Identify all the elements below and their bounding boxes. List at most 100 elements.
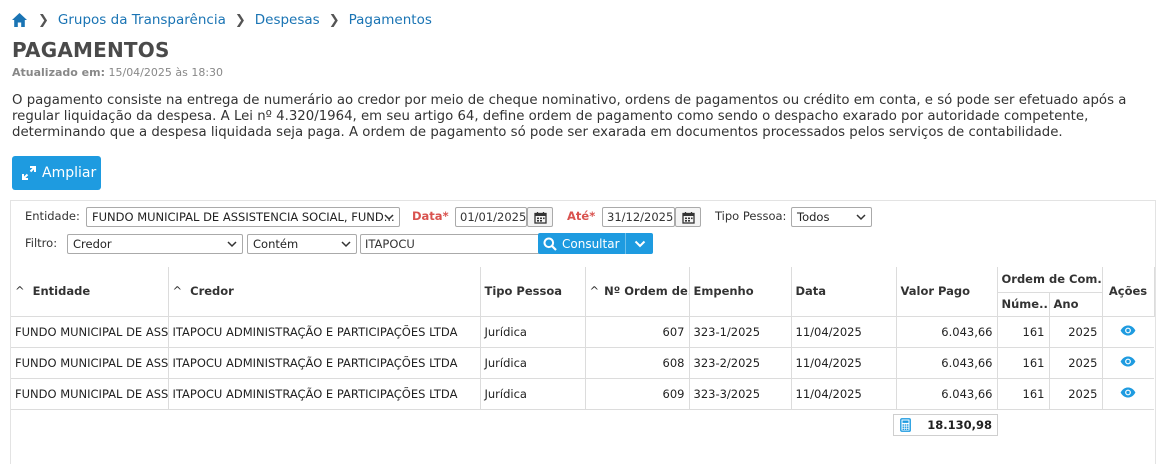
entidade-label: Entidade: [25,209,80,223]
cell-numero: 161 [996,347,1049,379]
eye-icon[interactable] [1120,356,1136,370]
breadcrumb: ❯ Grupos da Transparência ❯ Despesas ❯ P… [11,10,432,30]
cell-valor-pago: 6.043,66 [895,316,997,348]
chevron-right-icon: ❯ [38,12,49,28]
consultar-main[interactable]: Consultar [538,233,625,254]
eye-icon[interactable] [1120,387,1136,401]
cell-data: 11/04/2025 [790,378,896,410]
cell-acoes [1101,378,1154,410]
filtro-field-value: Credor [73,237,112,251]
cell-tipo-pessoa: Jurídica [479,316,585,348]
cell-credor: ITAPOCU ADMINISTRAÇÃO E PARTICIPAÇÕES LT… [167,347,480,379]
header-empenho[interactable]: Empenho [688,267,792,317]
cell-ordem: 607 [584,316,689,348]
header-tipo-pessoa[interactable]: Tipo Pessoa [479,267,586,317]
sort-icon: ^ [589,284,600,299]
header-acoes: Ações [1101,267,1155,317]
chevron-down-icon [634,240,645,247]
entidade-select[interactable]: FUNDO MUNICIPAL DE ASSISTENCIA SOCIAL, F… [86,207,400,227]
consultar-dropdown[interactable] [625,233,653,254]
cell-valor-pago: 6.043,66 [895,347,997,379]
data-label: Data* [412,209,449,223]
header-ordem-compra[interactable]: Ordem de Com... [996,267,1103,293]
header-ordem[interactable]: ^ Nº Ordem de... [584,267,690,317]
updated-label: Atualizado em: [12,66,105,79]
consultar-label: Consultar [562,236,620,251]
entidade-select-value: FUNDO MUNICIPAL DE ASSISTENCIA SOCIAL, F… [92,210,395,224]
ate-label: Até* [567,209,596,223]
cell-empenho: 323-2/2025 [688,347,791,379]
chevron-down-icon [856,214,866,221]
cell-ordem: 608 [584,347,689,379]
consultar-button[interactable]: Consultar [538,233,653,254]
chevron-down-icon [384,214,394,221]
search-icon [543,237,557,251]
filtro-operator-value: Contém [253,237,299,251]
expand-label: Ampliar [42,165,97,181]
header-ordem-label: Nº Ordem de... [604,284,688,299]
calendar-icon[interactable] [675,207,701,227]
table-row[interactable]: FUNDO MUNICIPAL DE ASSISTENCIA SOCIALITA… [11,378,1154,410]
cell-acoes [1101,347,1154,379]
cell-data: 11/04/2025 [790,316,896,348]
chevron-right-icon: ❯ [328,12,340,28]
filtro-operator-select[interactable]: Contém [247,234,357,254]
table-row[interactable]: FUNDO MUNICIPAL DE ASSISTENCIA SOCIALITA… [11,347,1154,379]
cell-entidade: FUNDO MUNICIPAL DE ASSISTENCIA SOCIAL [11,378,168,410]
cell-empenho: 323-3/2025 [688,378,791,410]
header-data[interactable]: Data [790,267,897,317]
cell-numero: 161 [996,316,1049,348]
cell-empenho: 323-1/2025 [688,316,791,348]
cell-entidade: FUNDO MUNICIPAL DE ASSISTENCIA SOCIAL [11,347,168,379]
expand-button[interactable]: Ampliar [12,156,101,190]
chevron-right-icon: ❯ [234,12,246,28]
updated-value: 15/04/2025 às 18:30 [108,66,224,79]
cell-acoes [1101,316,1154,348]
cell-valor-pago: 6.043,66 [895,378,997,410]
cell-tipo-pessoa: Jurídica [479,347,585,379]
header-credor-label: Credor [190,284,234,299]
cell-credor: ITAPOCU ADMINISTRAÇÃO E PARTICIPAÇÕES LT… [167,378,480,410]
header-credor[interactable]: ^ Credor [167,267,481,317]
header-numero[interactable]: Núme... [997,292,1050,317]
total-valor-pago: 18.130,98 [893,414,998,436]
calculator-icon [900,418,911,432]
updated-timestamp: Atualizado em: 15/04/2025 às 18:30 [12,66,223,79]
eye-icon[interactable] [1120,325,1136,339]
header-entidade-label: Entidade [32,284,91,299]
cell-ano: 2025 [1048,316,1102,348]
data-inicio-input[interactable]: 01/01/2025 [455,207,527,227]
header-entidade[interactable]: ^ Entidade [11,267,169,317]
chevron-down-icon [341,241,351,248]
cell-ano: 2025 [1048,378,1102,410]
cell-ordem: 609 [584,378,689,410]
sort-icon: ^ [15,284,25,299]
table-row[interactable]: FUNDO MUNICIPAL DE ASSISTENCIA SOCIALITA… [11,316,1154,348]
data-fim-input[interactable]: 31/12/2025 [602,207,675,227]
chevron-down-icon [227,241,237,248]
tipo-pessoa-value: Todos [797,210,830,224]
breadcrumb-item-grupos[interactable]: Grupos da Transparência [58,12,226,28]
breadcrumb-item-pagamentos[interactable]: Pagamentos [349,12,432,28]
filtro-label: Filtro: [25,236,58,250]
pagamentos-table: ^ Entidade ^ Credor Tipo Pessoa ^ Nº Ordem … [11,267,1155,410]
cell-data: 11/04/2025 [790,347,896,379]
tipo-pessoa-select[interactable]: Todos [791,207,872,227]
cell-tipo-pessoa: Jurídica [479,378,585,410]
total-value: 18.130,98 [927,418,992,432]
header-valor-pago[interactable]: Valor Pago [895,267,998,317]
filtro-field-select[interactable]: Credor [67,234,243,254]
header-ano[interactable]: Ano [1048,292,1103,317]
home-icon[interactable] [11,11,29,29]
calendar-icon[interactable] [527,207,553,227]
page-title: PAGAMENTOS [12,38,170,62]
cell-entidade: FUNDO MUNICIPAL DE ASSISTENCIA SOCIAL [11,316,168,348]
breadcrumb-item-despesas[interactable]: Despesas [255,12,320,28]
cell-numero: 161 [996,378,1049,410]
cell-ano: 2025 [1048,347,1102,379]
tipo-pessoa-label: Tipo Pessoa: [715,209,787,223]
page-description: O pagamento consiste na entrega de numer… [12,93,1127,140]
cell-credor: ITAPOCU ADMINISTRAÇÃO E PARTICIPAÇÕES LT… [167,316,480,348]
filtro-text-input[interactable]: ITAPOCU [360,234,540,254]
sort-icon: ^ [172,284,183,299]
